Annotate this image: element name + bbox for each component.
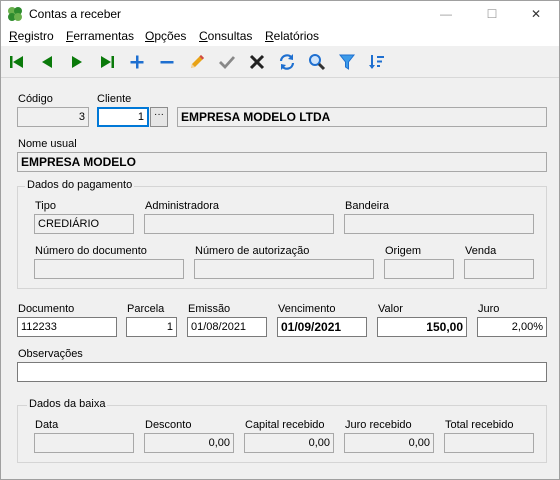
cancel-icon[interactable] xyxy=(247,52,267,72)
tipo-label: Tipo xyxy=(35,200,56,212)
capital-recebido-field[interactable]: 0,00 xyxy=(244,433,334,453)
emissao-label: Emissão xyxy=(188,303,231,315)
juro-field[interactable]: 2,00% xyxy=(477,317,547,337)
close-button[interactable]: ✕ xyxy=(513,1,559,27)
bandeira-field[interactable] xyxy=(344,214,534,234)
menu-opcoes[interactable]: Opções xyxy=(145,29,186,43)
minimize-button[interactable]: — xyxy=(423,1,469,27)
valor-label: Valor xyxy=(378,303,403,315)
nome-usual-label: Nome usual xyxy=(18,138,77,150)
numero-autorizacao-field[interactable] xyxy=(194,259,374,279)
origem-label: Origem xyxy=(385,245,422,257)
codigo-label: Código xyxy=(18,93,53,105)
tipo-field[interactable]: CREDIÁRIO xyxy=(34,214,134,234)
menu-relatorios[interactable]: Relatórios xyxy=(265,29,319,43)
menu-ferramentas[interactable]: Ferramentas xyxy=(66,29,134,43)
administradora-field[interactable] xyxy=(144,214,334,234)
maximize-button[interactable]: ☐ xyxy=(469,1,515,27)
cliente-browse-button[interactable]: ··· xyxy=(150,107,168,127)
origem-field[interactable] xyxy=(384,259,454,279)
menu-consultas[interactable]: Consultas xyxy=(199,29,252,43)
venda-label: Venda xyxy=(465,245,497,257)
administradora-label: Administradora xyxy=(145,200,219,212)
filter-icon[interactable] xyxy=(337,52,357,72)
search-icon[interactable] xyxy=(307,52,327,72)
menu-relatorios-accel: R xyxy=(265,29,274,43)
numero-documento-label: Número do documento xyxy=(35,245,147,257)
menu-opcoes-label: pções xyxy=(154,29,187,43)
menu-relatorios-label: elatórios xyxy=(273,29,320,43)
menu-registro-accel: R xyxy=(9,29,18,43)
dados-pagamento-title: Dados do pagamento xyxy=(25,179,135,191)
edit-icon[interactable] xyxy=(187,52,207,72)
documento-field[interactable]: 112233 xyxy=(17,317,117,337)
vencimento-field[interactable]: 01/09/2021 xyxy=(277,317,367,337)
juro-recebido-label: Juro recebido xyxy=(345,419,412,431)
cliente-label: Cliente xyxy=(97,93,132,105)
refresh-icon[interactable] xyxy=(277,52,297,72)
previous-record-icon[interactable] xyxy=(37,52,57,72)
data-field[interactable] xyxy=(34,433,134,453)
menu-opcoes-accel: O xyxy=(145,29,155,43)
confirm-icon[interactable] xyxy=(217,52,237,72)
bandeira-label: Bandeira xyxy=(345,200,390,212)
vencimento-label: Vencimento xyxy=(278,303,336,315)
last-record-icon[interactable] xyxy=(97,52,117,72)
title-bar: Contas a receber — ☐ ✕ xyxy=(1,1,559,27)
total-recebido-label: Total recebido xyxy=(445,419,514,431)
first-record-icon[interactable] xyxy=(7,52,27,72)
cliente-field[interactable]: 1 xyxy=(97,107,149,127)
contas-a-receber-window: Contas a receber — ☐ ✕ Registro Ferramen… xyxy=(0,0,560,480)
numero-autorizacao-label: Número de autorização xyxy=(195,245,310,257)
total-recebido-field[interactable] xyxy=(444,433,534,453)
documento-label: Documento xyxy=(18,303,75,315)
menu-registro-label: egistro xyxy=(17,29,54,43)
valor-field[interactable]: 150,00 xyxy=(377,317,467,337)
nome-usual-field[interactable]: EMPRESA MODELO xyxy=(17,152,547,172)
observacoes-field[interactable] xyxy=(17,362,547,382)
add-icon[interactable] xyxy=(127,52,147,72)
capital-recebido-label: Capital recebido xyxy=(245,419,325,431)
codigo-field[interactable]: 3 xyxy=(17,107,89,127)
juro-recebido-field[interactable]: 0,00 xyxy=(344,433,434,453)
window-title: Contas a receber xyxy=(29,7,122,21)
data-label: Data xyxy=(35,419,59,431)
desconto-field[interactable]: 0,00 xyxy=(144,433,234,453)
app-icon xyxy=(8,7,22,21)
next-record-icon[interactable] xyxy=(67,52,87,72)
venda-field[interactable] xyxy=(464,259,534,279)
emissao-field[interactable]: 01/08/2021 xyxy=(187,317,267,337)
toolbar xyxy=(1,46,559,78)
parcela-field[interactable]: 1 xyxy=(126,317,177,337)
numero-documento-field[interactable] xyxy=(34,259,184,279)
juro-label: Juro xyxy=(478,303,500,315)
remove-icon[interactable] xyxy=(157,52,177,72)
menu-consultas-accel: C xyxy=(199,29,208,43)
dados-baixa-title: Dados da baixa xyxy=(27,398,108,410)
sort-icon[interactable] xyxy=(367,52,387,72)
desconto-label: Desconto xyxy=(145,419,192,431)
observacoes-label: Observações xyxy=(18,348,83,360)
menu-bar: Registro Ferramentas Opções Consultas Re… xyxy=(1,27,559,46)
cliente-name-field: EMPRESA MODELO LTDA xyxy=(177,107,547,127)
menu-registro[interactable]: Registro xyxy=(9,29,54,43)
menu-consultas-label: onsultas xyxy=(207,29,253,43)
menu-ferramentas-label: erramentas xyxy=(73,29,135,43)
parcela-label: Parcela xyxy=(127,303,165,315)
